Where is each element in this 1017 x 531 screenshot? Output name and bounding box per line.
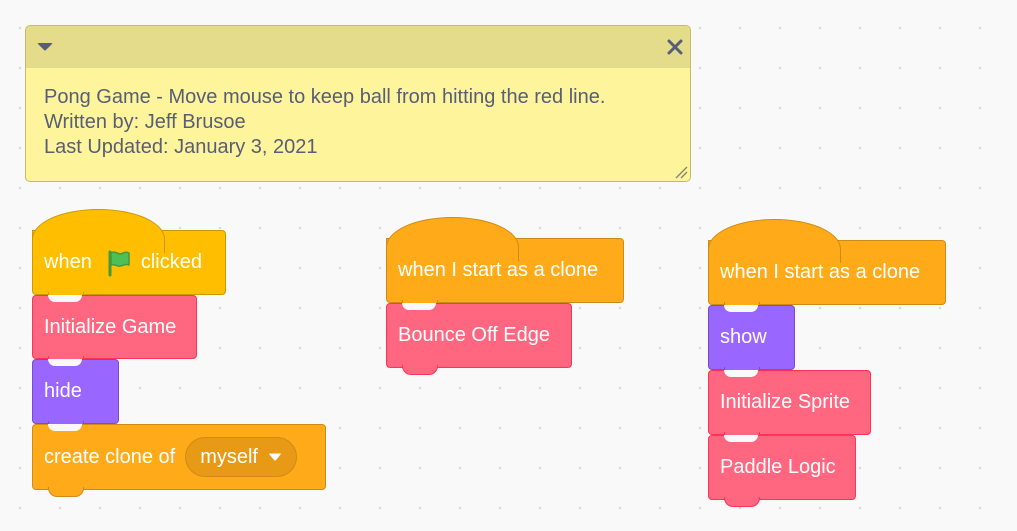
clone-target-dropdown[interactable]: myself xyxy=(185,437,297,477)
block-label: Bounce Off Edge xyxy=(398,324,550,346)
comment-line-updated: Last Updated: January 3, 2021 xyxy=(44,136,318,158)
hat-block-cap xyxy=(708,219,841,263)
when-start-as-clone-block[interactable]: when I start as a clone xyxy=(708,219,946,312)
workspace-comment[interactable]: Pong Game - Move mouse to keep ball from… xyxy=(25,25,691,182)
block-label: Initialize Sprite xyxy=(720,391,851,413)
initialize-sprite-block[interactable]: Initialize Sprite xyxy=(708,370,871,442)
comment-line-author: Written by: Jeff Brusoe xyxy=(44,111,246,133)
collapse-arrow-icon[interactable] xyxy=(36,40,54,54)
hat-text-when: when xyxy=(44,251,92,273)
initialize-game-block[interactable]: Initialize Game xyxy=(32,295,197,366)
block-label: Paddle Logic xyxy=(720,456,836,478)
block-label: Initialize Game xyxy=(44,315,177,338)
green-flag-icon xyxy=(108,250,130,276)
hat-block-cap xyxy=(386,217,519,261)
hide-block[interactable]: hide xyxy=(32,359,119,431)
comment-line-title: Pong Game - Move mouse to keep ball from… xyxy=(44,86,606,108)
block-label: when I start as a clone xyxy=(398,259,599,281)
hat-block-cap xyxy=(32,209,165,253)
bounce-off-edge-block[interactable]: Bounce Off Edge xyxy=(386,303,572,375)
block-label: show xyxy=(720,326,767,348)
resize-handle-icon[interactable] xyxy=(674,165,688,179)
paddle-logic-block[interactable]: Paddle Logic xyxy=(708,435,856,507)
comment-text[interactable]: Pong Game - Move mouse to keep ball from… xyxy=(26,68,690,160)
block-label: create clone of xyxy=(44,445,176,468)
create-clone-block[interactable]: create clone of myself xyxy=(32,424,326,497)
close-icon[interactable] xyxy=(666,38,684,56)
when-start-as-clone-block[interactable]: when I start as a clone xyxy=(386,217,624,310)
hat-text-clicked: clicked xyxy=(140,251,202,273)
show-block[interactable]: show xyxy=(708,305,795,377)
block-label: when I start as a clone xyxy=(720,261,921,283)
when-flag-clicked-block[interactable]: when clicked xyxy=(32,209,226,302)
chevron-down-icon xyxy=(269,453,281,461)
block-label: hide xyxy=(44,380,82,402)
dropdown-value: myself xyxy=(200,445,258,468)
comment-header[interactable] xyxy=(26,26,690,68)
